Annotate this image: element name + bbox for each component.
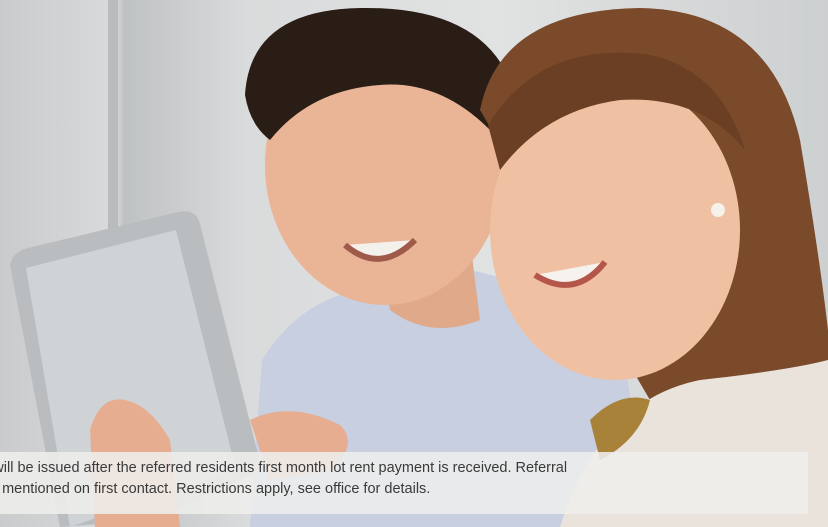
woman-earring	[711, 203, 725, 217]
disclaimer-line-1: s will be issued after the referred resi…	[0, 460, 568, 476]
couple-with-tablet-icon	[10, 0, 828, 527]
disclaimer-line-2: e mentioned on first contact. Restrictio…	[0, 481, 431, 497]
hero-photo: s will be issued after the referred resi…	[0, 0, 828, 527]
disclaimer-caption: s will be issued after the referred resi…	[0, 452, 808, 514]
